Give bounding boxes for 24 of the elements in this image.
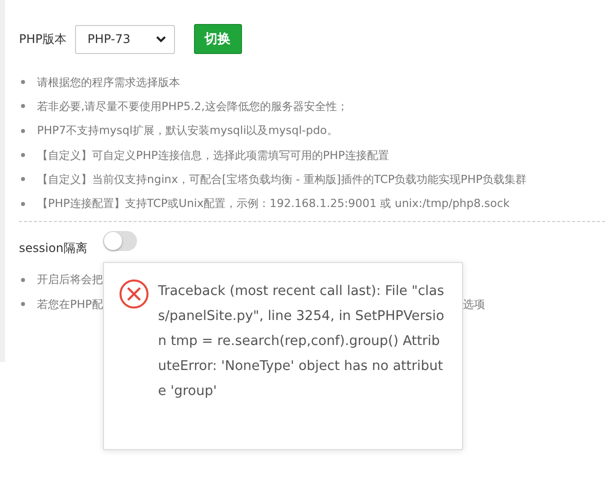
error-message: Traceback (most recent call last): File "class/panelSite.py", line 3254, in SetPHPVersion tmp = re.search(rep,conf).group() AttributeError: 'NoneType' object has no attribute 'group' [158, 283, 446, 401]
note-text: 【自定义】可自定义PHP连接信息，选择此项需填写可用的PHP连接配置 [37, 148, 389, 163]
error-icon [119, 279, 149, 309]
note-text: 若非必要,请尽量不要使用PHP5.2,这会降低您的服务器安全性； [37, 98, 348, 114]
note-text: 选项 [463, 296, 485, 312]
note-text: 【自定义】当前仅支持nginx，可配合[宝塔负载均衡 - 重构版]插件的TCP负载功能实现PHP负载集群 [37, 172, 527, 187]
note-text: 请根据您的程序需求选择版本 [37, 74, 180, 90]
chevron-icon [156, 36, 166, 42]
note-text: 【PHP连接配置】支持TCP或Unix配置，示例：192.168.1.25:9001 或 unix:/tmp/php8.sock [37, 196, 510, 212]
version-select[interactable]: PHP-73 [74, 24, 174, 54]
field-label: session隔离 [19, 240, 88, 257]
note-text: 若您在PHP配 [37, 296, 103, 312]
field-label: PHP版本 [19, 30, 66, 48]
bullet-icon [21, 202, 25, 206]
bullet-icon [21, 153, 25, 158]
note-text: 开启后将会把 [37, 272, 103, 288]
bullet-icon [21, 177, 25, 182]
bullet-icon [21, 128, 25, 133]
bullet-icon [21, 80, 25, 84]
bullet-icon [21, 104, 25, 108]
bullet-icon [21, 302, 25, 306]
toggle-switch[interactable] [103, 231, 138, 252]
bullet-icon [21, 278, 25, 282]
note-text: PHP7不支持mysql扩展，默认安装mysqli以及mysql-pdo。 [37, 123, 338, 138]
